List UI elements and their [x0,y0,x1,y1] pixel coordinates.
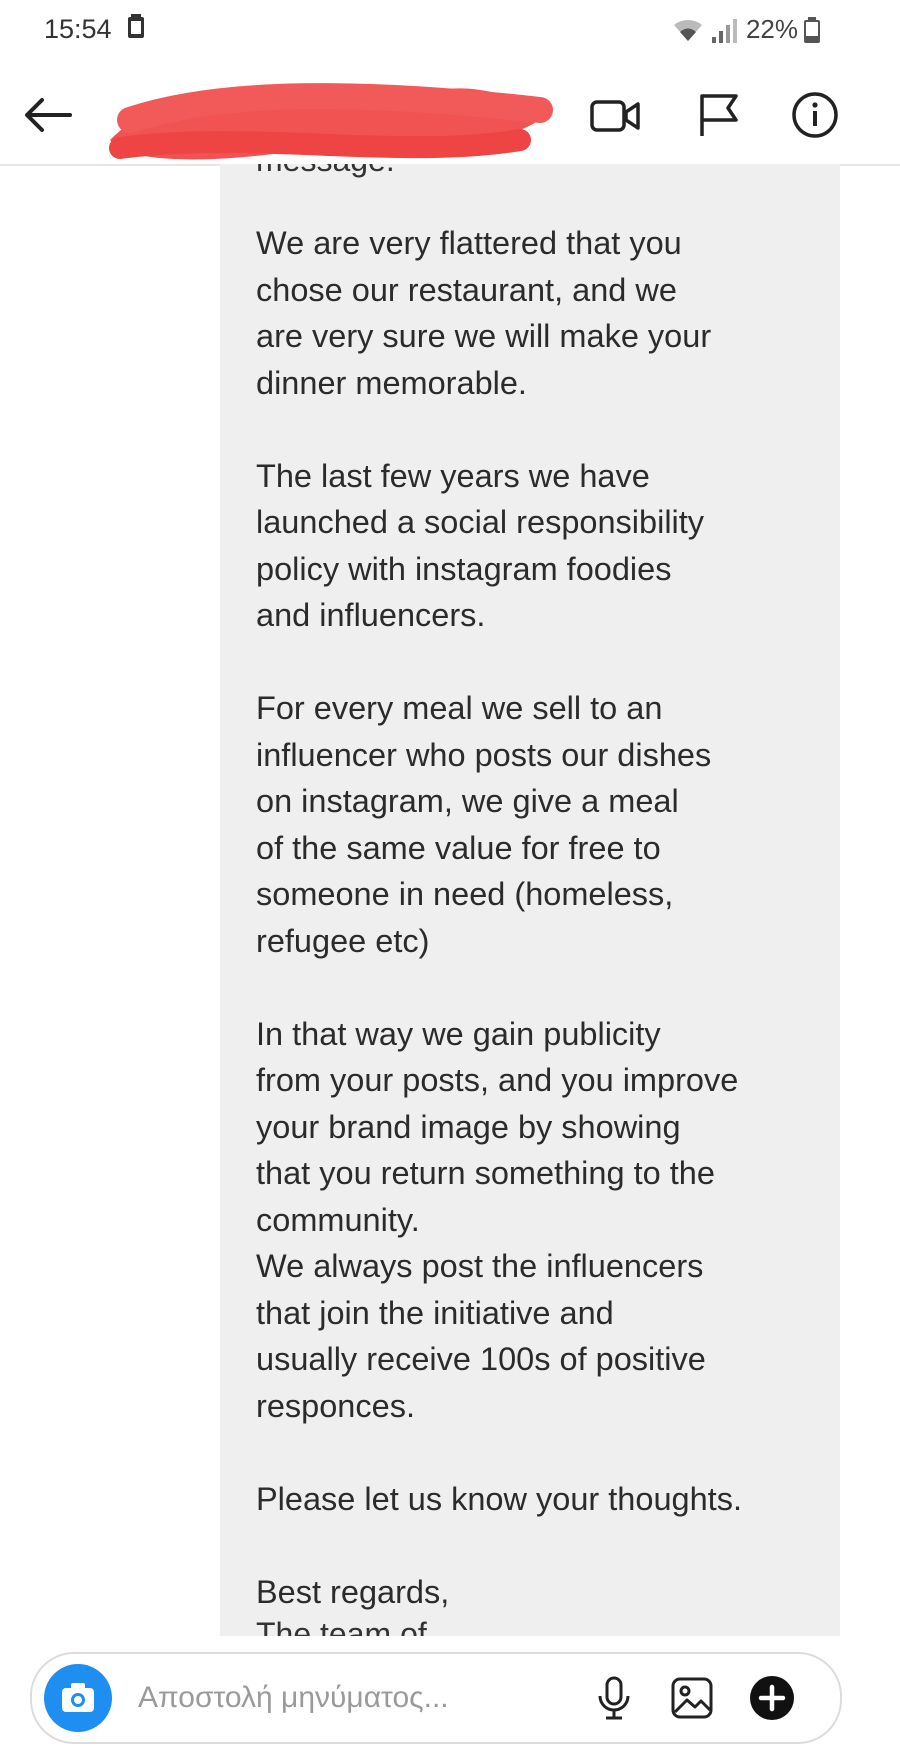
camera-button[interactable] [44,1664,112,1732]
battery-icon [804,16,820,43]
battery-saver-icon [128,14,144,38]
signal-icon [711,18,737,43]
message-composer [30,1652,842,1744]
info-icon[interactable] [786,86,844,144]
redaction-scribble [109,83,553,160]
status-time: 15:54 [44,14,112,44]
camera-icon [62,1683,94,1712]
message-body: We are very flattered that you chose our… [256,225,742,1610]
video-call-icon[interactable] [586,86,644,144]
message-input[interactable] [136,1674,560,1722]
status-bar: 15:54 22% [0,0,900,64]
microphone-icon[interactable] [590,1674,638,1722]
back-arrow-icon[interactable] [20,90,76,140]
flag-icon[interactable] [690,86,748,144]
message-partial-top: message. [256,164,395,179]
chat-header: NA [0,64,900,166]
add-icon[interactable] [748,1674,796,1722]
wifi-icon [673,19,702,41]
battery-percent: 22% [745,14,798,44]
status-indicators: 22% [672,14,820,45]
gallery-icon[interactable] [668,1674,716,1722]
message-bubble: message. We are very flattered that you … [220,164,840,1636]
message-partial-bottom: The team of ... [256,1616,463,1636]
